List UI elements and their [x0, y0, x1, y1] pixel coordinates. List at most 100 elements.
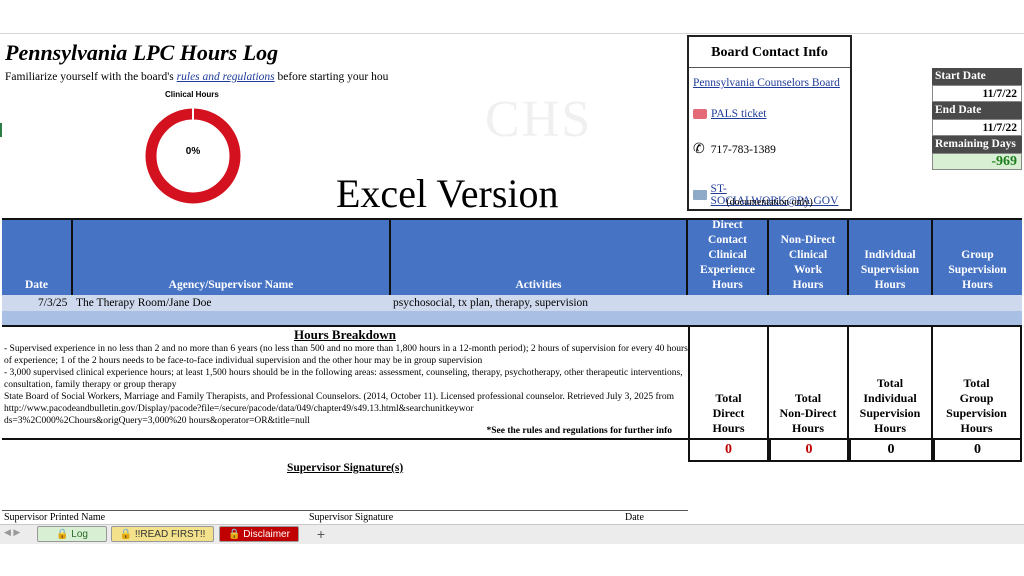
- total-label-line: Supervision: [946, 406, 1007, 420]
- total-nondirect-label: Total Non-Direct Hours: [769, 325, 849, 440]
- breakdown-url: http://www.pacodeandbulletin.gov/Display…: [4, 404, 474, 426]
- header-individual-text: Individual Supervision Hours: [861, 248, 919, 293]
- donut-percent: 0%: [185, 146, 201, 157]
- tab-scroll-arrows-icon[interactable]: ◀ ▶: [4, 527, 20, 538]
- total-label-line: Hours: [791, 421, 824, 435]
- signature-line: [2, 510, 688, 511]
- breakdown-line: - Supervised experience in no less than …: [4, 344, 688, 366]
- header-individual-line: Supervision: [860, 264, 920, 276]
- start-date-label: Start Date: [932, 68, 1022, 85]
- board-heading: Board Contact Info: [711, 45, 828, 60]
- total-label-line: Total: [794, 391, 822, 405]
- row-agency[interactable]: The Therapy Room/Jane Doe: [76, 295, 212, 311]
- tab-log[interactable]: 🔒 Log: [37, 526, 107, 542]
- tab-disclaimer-label: Disclaimer: [243, 529, 290, 540]
- board-contact-panel: Board Contact Info Pennsylvania Counselo…: [687, 35, 852, 211]
- header-direct-line: Contact: [708, 234, 747, 246]
- header-individual-line: Hours: [874, 279, 906, 291]
- start-date-cell[interactable]: 11/7/22: [932, 85, 1022, 102]
- header-agency-text: Agency/Supervisor Name: [168, 279, 294, 291]
- header-individual-supervision[interactable]: Individual Supervision Hours: [849, 218, 933, 295]
- header-agency[interactable]: Agency/Supervisor Name: [73, 218, 391, 295]
- tab-disclaimer[interactable]: 🔒 Disclaimer: [219, 526, 299, 542]
- ticket-icon: [693, 109, 707, 119]
- date-panel: Start Date 11/7/22 End Date 11/7/22 Rema…: [932, 68, 1022, 170]
- header-nondirect-line: Non-Direct: [780, 234, 836, 246]
- end-date-label: End Date: [932, 102, 1022, 119]
- total-label-line: Non-Direct: [779, 406, 837, 420]
- email-note: (documentation only): [726, 197, 813, 208]
- total-label-line: Hours: [873, 421, 906, 435]
- breakdown-line: - 3,000 supervised clinical experience h…: [4, 368, 683, 390]
- supervisor-signatures-heading: Supervisor Signature(s): [287, 462, 404, 474]
- counselors-board-link[interactable]: Pennsylvania Counselors Board: [693, 77, 840, 89]
- signature-label: Supervisor Signature: [309, 512, 394, 523]
- phone-icon: ✆: [693, 142, 705, 157]
- header-direct-text: Direct Contact Clinical Experience Hours: [700, 218, 755, 293]
- total-label-line: Hours: [712, 421, 745, 435]
- donut-title: Clinical Hours: [165, 90, 219, 99]
- row-activities[interactable]: psychosocial, tx plan, therapy, supervis…: [393, 295, 588, 311]
- phone-row: ✆ 717-783-1389: [693, 141, 776, 158]
- header-direct-line: Hours: [712, 279, 743, 291]
- pals-ticket-link[interactable]: PALS ticket: [711, 108, 766, 120]
- intro-suffix: before starting your hou: [274, 71, 389, 83]
- excel-version-label: Excel Version: [336, 171, 559, 216]
- total-label-line: Supervision: [859, 406, 921, 420]
- breakdown-citation: State Board of Social Workers, Marriage …: [4, 392, 674, 402]
- page-title: Pennsylvania LPC Hours Log: [5, 40, 279, 65]
- date-label: Date: [625, 512, 644, 523]
- header-activities[interactable]: Activities: [391, 218, 688, 295]
- total-label-line: Hours: [960, 421, 993, 435]
- total-label-line: Total: [876, 376, 904, 390]
- header-individual-line: Individual: [864, 249, 916, 261]
- breakdown-heading: Hours Breakdown: [294, 327, 396, 342]
- intro-text: Familiarize yourself with the board's ru…: [5, 71, 388, 83]
- header-direct-line: Experience: [700, 264, 755, 276]
- total-label-line: Direct: [712, 406, 745, 420]
- hours-breakdown: Hours Breakdown - Supervised experience …: [2, 325, 688, 440]
- total-individual-label: Total Individual Supervision Hours: [849, 325, 933, 440]
- remaining-days-label: Remaining Days: [932, 136, 1022, 153]
- row-date[interactable]: 7/3/25: [38, 295, 67, 311]
- header-direct-hours[interactable]: Direct Contact Clinical Experience Hours: [688, 218, 769, 295]
- total-group-value[interactable]: 0: [933, 440, 1022, 462]
- header-nondirect-line: Hours: [792, 279, 824, 291]
- table-row-empty[interactable]: [2, 311, 1022, 325]
- add-sheet-icon[interactable]: +: [313, 526, 329, 542]
- intro-prefix: Familiarize yourself with the board's: [5, 71, 177, 83]
- header-direct-line: Direct: [712, 219, 743, 231]
- header-group-text: Group Supervision Hours: [948, 248, 1006, 293]
- see-rules-note: *See the rules and regulations for furth…: [486, 426, 672, 436]
- header-nondirect-text: Non-Direct Clinical Work Hours: [781, 233, 836, 293]
- total-individual-value[interactable]: 0: [849, 440, 933, 462]
- remaining-days-cell[interactable]: -969: [932, 153, 1022, 170]
- header-activities-text: Activities: [515, 279, 562, 291]
- table-row[interactable]: 7/3/25 The Therapy Room/Jane Doe psychos…: [2, 295, 1022, 311]
- header-group-line: Supervision: [948, 264, 1007, 276]
- spreadsheet-window: Pennsylvania LPC Hours Log Familiarize y…: [0, 0, 1024, 576]
- tab-read-first[interactable]: 🔒 !!READ FIRST!!: [111, 526, 214, 542]
- printed-name-label: Supervisor Printed Name: [4, 512, 106, 523]
- header-group-line: Group: [961, 249, 994, 261]
- total-label-line: Total: [963, 376, 990, 390]
- rules-regulations-link[interactable]: rules and regulations: [177, 71, 275, 83]
- tab-log-label: Log: [71, 529, 88, 540]
- total-direct-value[interactable]: 0: [688, 440, 769, 462]
- phone-number: 717-783-1389: [710, 143, 776, 156]
- header-nondirect-line: Clinical: [788, 249, 828, 261]
- end-date-cell[interactable]: 11/7/22: [932, 119, 1022, 136]
- board-divider: [689, 67, 850, 68]
- header-date-text: Date: [25, 279, 48, 291]
- watermark-logo: CHS: [485, 91, 593, 148]
- sheet-tab-bar: ◀ ▶ 🔒 Log 🔒 !!READ FIRST!! 🔒 Disclaimer …: [0, 524, 1024, 545]
- total-nondirect-value[interactable]: 0: [769, 440, 849, 462]
- header-date[interactable]: Date: [2, 218, 73, 295]
- toolbar-area: [0, 0, 1024, 34]
- bottom-margin: [0, 544, 1024, 576]
- header-group-supervision[interactable]: Group Supervision Hours: [933, 218, 1022, 295]
- header-nondirect-hours[interactable]: Non-Direct Clinical Work Hours: [769, 218, 849, 295]
- total-label-line: Group: [959, 391, 994, 405]
- total-label-line: Individual: [863, 391, 917, 405]
- board-link-row: Pennsylvania Counselors Board: [693, 73, 840, 91]
